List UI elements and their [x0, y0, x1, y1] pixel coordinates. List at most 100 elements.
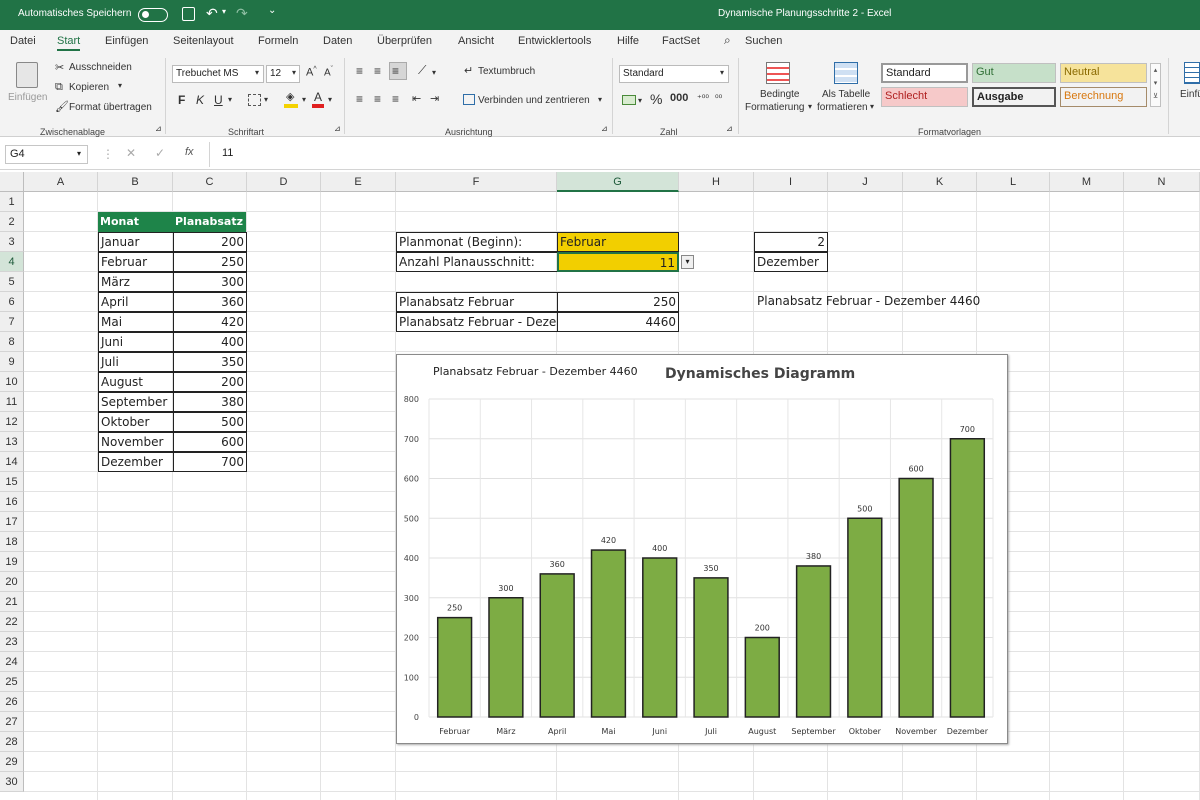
chevron-down-icon[interactable]: ▾: [302, 95, 306, 104]
row-header-25[interactable]: 25: [0, 672, 24, 692]
table-cell-value[interactable]: 300: [173, 272, 247, 292]
table-cell-month[interactable]: Oktober: [98, 412, 174, 432]
paste-icon[interactable]: [16, 62, 38, 88]
table-cell-value[interactable]: 360: [173, 292, 247, 312]
table-cell-month[interactable]: Juli: [98, 352, 174, 372]
column-header-b[interactable]: B: [98, 172, 173, 192]
tab-seitenlayout[interactable]: Seitenlayout: [173, 35, 234, 47]
tab-ansicht[interactable]: Ansicht: [458, 35, 494, 47]
align-top-icon[interactable]: ≡: [356, 64, 363, 78]
tab-start[interactable]: Start: [57, 35, 81, 51]
row-header-10[interactable]: 10: [0, 372, 24, 392]
insert-function-button[interactable]: fx: [185, 146, 194, 158]
insert-cells-icon[interactable]: [1184, 62, 1200, 84]
row-header-24[interactable]: 24: [0, 652, 24, 672]
row-header-13[interactable]: 13: [0, 432, 24, 452]
dialog-launcher-icon[interactable]: ⊿: [726, 124, 733, 133]
chevron-down-icon[interactable]: ▾: [228, 95, 232, 104]
cell-i4[interactable]: Dezember: [754, 252, 828, 272]
column-header-c[interactable]: C: [173, 172, 247, 192]
borders-icon[interactable]: [248, 94, 261, 106]
search-icon[interactable]: ⌕: [724, 33, 731, 48]
percent-button[interactable]: %: [650, 91, 662, 107]
row-header-7[interactable]: 7: [0, 312, 24, 332]
align-center-icon[interactable]: ≡: [374, 92, 381, 106]
table-cell-month[interactable]: November: [98, 432, 174, 452]
row-header-30[interactable]: 30: [0, 772, 24, 792]
paste-button[interactable]: Einfügen: [8, 92, 47, 103]
column-header-n[interactable]: N: [1124, 172, 1200, 192]
row-header-8[interactable]: 8: [0, 332, 24, 352]
style-gut[interactable]: Gut: [972, 63, 1056, 83]
row-header-17[interactable]: 17: [0, 512, 24, 532]
column-header-j[interactable]: J: [828, 172, 903, 192]
table-cell-month[interactable]: Juni: [98, 332, 174, 352]
scissors-icon[interactable]: ✂: [55, 61, 64, 74]
row-header-3[interactable]: 3: [0, 232, 24, 252]
table-cell-value[interactable]: 200: [173, 232, 247, 252]
table-cell-month[interactable]: September: [98, 392, 174, 412]
table-cell-month[interactable]: August: [98, 372, 174, 392]
summary-text[interactable]: Planabsatz Februar - Dezember 4460: [755, 292, 1015, 312]
name-box[interactable]: G4: [5, 145, 88, 164]
anzahl-label[interactable]: Anzahl Planausschnitt:: [396, 252, 558, 272]
tab-formeln[interactable]: Formeln: [258, 35, 298, 47]
anzahl-value[interactable]: 11: [557, 252, 679, 272]
align-middle-icon[interactable]: ≡: [374, 64, 381, 78]
conditional-format-label-2[interactable]: Formatierung: [745, 102, 804, 113]
row-header-20[interactable]: 20: [0, 572, 24, 592]
row-header-16[interactable]: 16: [0, 492, 24, 512]
select-all-corner[interactable]: [0, 172, 24, 192]
column-header-a[interactable]: A: [24, 172, 98, 192]
chevron-down-icon[interactable]: ▾: [638, 96, 642, 105]
tab-factset[interactable]: FactSet: [662, 35, 700, 47]
table-cell-value[interactable]: 200: [173, 372, 247, 392]
save-icon[interactable]: [182, 7, 195, 21]
row-header-4[interactable]: 4: [0, 252, 24, 272]
row-header-11[interactable]: 11: [0, 392, 24, 412]
search-label[interactable]: Suchen: [745, 35, 782, 47]
table-cell-value[interactable]: 420: [173, 312, 247, 332]
format-as-table-label-2[interactable]: formatieren: [817, 102, 868, 113]
table-cell-month[interactable]: Dezember: [98, 452, 174, 472]
style-ausgabe[interactable]: Ausgabe: [972, 87, 1056, 107]
confirm-icon[interactable]: ✓: [155, 146, 165, 160]
dropdown-arrow-icon[interactable]: ▾: [681, 255, 694, 269]
style-berechnung[interactable]: Berechnung: [1060, 87, 1147, 107]
align-left-icon[interactable]: ≡: [356, 92, 363, 106]
conditional-format-label-1[interactable]: Bedingte: [760, 89, 799, 100]
italic-button[interactable]: K: [196, 93, 204, 107]
planabsatz-range-label[interactable]: Planabsatz Februar - Dezember: [396, 312, 558, 332]
bold-button[interactable]: F: [178, 93, 185, 107]
font-name-select[interactable]: Trebuchet MS: [172, 65, 264, 83]
tab-datei[interactable]: Datei: [10, 35, 36, 47]
table-cell-month[interactable]: April: [98, 292, 174, 312]
row-header-2[interactable]: 2: [0, 212, 24, 232]
table-cell-value[interactable]: 380: [173, 392, 247, 412]
chevron-down-icon[interactable]: ▾: [870, 102, 874, 111]
dialog-launcher-icon[interactable]: ⊿: [601, 124, 608, 133]
copy-icon[interactable]: ⧉: [55, 81, 63, 94]
chevron-down-icon[interactable]: ▾: [255, 68, 259, 77]
planmonat-label[interactable]: Planmonat (Beginn):: [396, 232, 558, 252]
fill-color-icon[interactable]: [284, 104, 298, 108]
table-cell-month[interactable]: Februar: [98, 252, 174, 272]
row-header-6[interactable]: 6: [0, 292, 24, 312]
planabsatz-label[interactable]: Planabsatz Februar: [396, 292, 558, 312]
planabsatz-value[interactable]: 250: [557, 292, 679, 312]
undo-icon[interactable]: ↶: [206, 5, 218, 22]
format-painter-icon[interactable]: 🖌: [55, 100, 69, 113]
redo-icon[interactable]: ↷: [236, 5, 248, 22]
tab-hilfe[interactable]: Hilfe: [617, 35, 639, 47]
row-header-28[interactable]: 28: [0, 732, 24, 752]
table-cell-value[interactable]: 700: [173, 452, 247, 472]
row-header-21[interactable]: 21: [0, 592, 24, 612]
row-header-5[interactable]: 5: [0, 272, 24, 292]
paint-bucket-icon[interactable]: ◈: [286, 90, 294, 103]
table-cell-month[interactable]: März: [98, 272, 174, 292]
format-as-table-icon[interactable]: [834, 62, 858, 84]
format-as-table-label-1[interactable]: Als Tabelle: [822, 89, 870, 100]
style-schlecht[interactable]: Schlecht: [881, 87, 968, 107]
row-header-29[interactable]: 29: [0, 752, 24, 772]
style-standard[interactable]: Standard: [881, 63, 968, 83]
